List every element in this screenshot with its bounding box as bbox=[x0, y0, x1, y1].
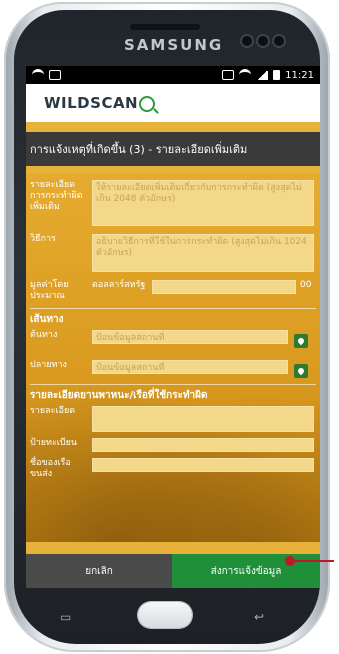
app-header: WILDSCAN bbox=[26, 84, 320, 122]
destination-label: ปลายทาง bbox=[30, 360, 67, 370]
cancel-button[interactable]: ยกเลิก bbox=[26, 554, 172, 588]
vessel-label: ชื่อของเรือขนส่ง bbox=[30, 458, 71, 479]
action-bar: ยกเลิก ส่งการแจ้งข้อมูล bbox=[26, 554, 320, 588]
vehicle-detail-input[interactable] bbox=[92, 406, 314, 432]
vessel-input[interactable] bbox=[92, 458, 314, 472]
sensor-icon bbox=[258, 36, 268, 46]
battery-icon bbox=[273, 70, 281, 80]
vehicle-detail-label: รายละเอียด bbox=[30, 406, 76, 416]
signal-icon bbox=[256, 70, 269, 80]
device-brand: SAMSUNG bbox=[124, 36, 224, 54]
wildscan-logo: WILDSCAN bbox=[44, 94, 139, 112]
method-textarea[interactable]: อธิบายวิธีการที่ใช้ในการกระทำผิด (สูงสุด… bbox=[92, 234, 314, 272]
sensor-icon bbox=[274, 36, 284, 46]
status-bar: 11:21 bbox=[26, 66, 320, 84]
page-title: การแจ้งเหตุที่เกิดขึ้น (3) - รายละเอียดเ… bbox=[26, 132, 320, 166]
report-form: รายละเอียดการกระทำผิดเพิ่มเติม ให้รายละเ… bbox=[26, 174, 320, 542]
clock: 11:21 bbox=[285, 69, 314, 81]
detail-textarea[interactable]: ให้รายละเอียดเพิ่มเติมเกี่ยวกับการกระทำผ… bbox=[92, 180, 314, 226]
vehicle-section-title: รายละเอียดยานพาหนะ/เรือที่ใช้กระทำผิด bbox=[30, 390, 208, 401]
divider bbox=[30, 384, 316, 385]
location-pin-icon[interactable] bbox=[294, 334, 308, 348]
home-button[interactable] bbox=[138, 602, 192, 628]
menu-key-icon[interactable]: ▭ bbox=[60, 611, 76, 623]
detail-label: รายละเอียดการกระทำผิดเพิ่มเติม bbox=[30, 180, 83, 212]
wifi-signal-icon bbox=[239, 69, 252, 81]
phone-screen: 11:21 WILDSCAN การแจ้งเหตุที่เกิดขึ้น (3… bbox=[26, 66, 320, 588]
magnifier-logo-icon bbox=[139, 96, 156, 112]
route-section-title: เส้นทาง bbox=[30, 314, 64, 325]
plate-input[interactable] bbox=[92, 438, 314, 452]
mute-icon bbox=[222, 70, 235, 80]
hardware-keys: ▭ ↩ bbox=[60, 598, 270, 638]
earpiece bbox=[130, 24, 200, 30]
value-input[interactable] bbox=[152, 280, 296, 294]
method-label: วิธีการ bbox=[30, 234, 56, 244]
origin-label: ต้นทาง bbox=[30, 330, 58, 340]
value-cents: 00 bbox=[300, 280, 312, 290]
destination-input[interactable]: ป้อนข้อมูลสถานที่ bbox=[92, 360, 288, 374]
back-key-icon[interactable]: ↩ bbox=[254, 611, 270, 623]
divider bbox=[30, 308, 316, 309]
image-notification-icon bbox=[49, 70, 61, 80]
plate-label: ป้ายทะเบียน bbox=[30, 438, 78, 448]
location-pin-icon[interactable] bbox=[294, 364, 308, 378]
annotation-pointer-line bbox=[290, 560, 334, 562]
origin-input[interactable]: ป้อนข้อมูลสถานที่ bbox=[92, 330, 288, 344]
annotation-pointer-dot bbox=[285, 556, 295, 566]
currency-label: ดอลลาร์สหรัฐ bbox=[92, 280, 146, 290]
front-camera-icon bbox=[242, 36, 252, 46]
value-label: มูลค่าโดยประมาณ bbox=[30, 280, 69, 301]
wifi-icon bbox=[32, 69, 44, 81]
